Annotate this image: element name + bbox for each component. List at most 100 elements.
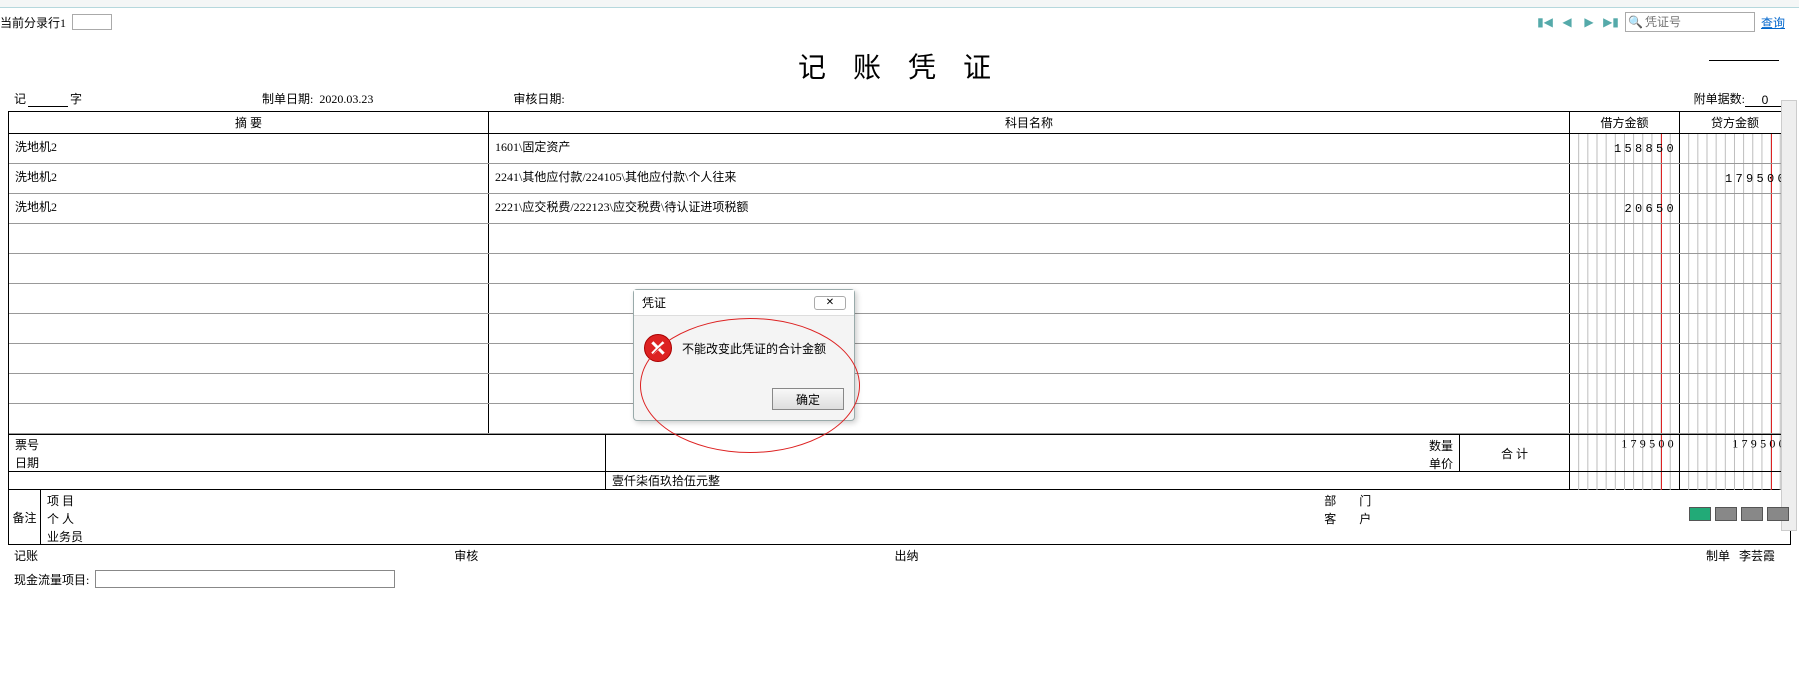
attachments: 附单据数: — [1694, 90, 1785, 107]
cell-debit[interactable] — [1570, 404, 1680, 433]
voucher-type: 记 字 — [14, 90, 82, 107]
total-credit-cell: 179500 — [1680, 435, 1790, 453]
table-row[interactable] — [9, 374, 1790, 404]
sign-maker-label: 制单 — [1706, 549, 1730, 563]
cell-summary[interactable]: 洗地机2 — [9, 164, 489, 193]
nav-prev-icon[interactable]: ◀ — [1559, 14, 1575, 30]
cell-credit[interactable] — [1680, 314, 1790, 343]
current-line-label: 当前分录行1 — [0, 14, 66, 31]
attachments-input[interactable] — [1745, 93, 1785, 107]
table-row[interactable] — [9, 224, 1790, 254]
cell-summary[interactable]: 洗地机2 — [9, 194, 489, 223]
cell-credit[interactable] — [1680, 404, 1790, 433]
cell-debit[interactable] — [1570, 224, 1680, 253]
cell-debit[interactable]: 158850 — [1570, 134, 1680, 163]
nav-first-icon[interactable]: ▮◀ — [1537, 14, 1553, 30]
cell-summary[interactable] — [9, 314, 489, 343]
col-account: 科目名称 — [489, 112, 1570, 133]
query-link[interactable]: 查询 — [1761, 14, 1785, 31]
col-credit: 贷方金额 — [1680, 112, 1790, 133]
cashflow-input[interactable] — [95, 570, 395, 588]
cell-debit[interactable] — [1570, 314, 1680, 343]
header-row: 当前分录行1 ▮◀ ◀ ▶ ▶▮ 🔍 查询 — [0, 8, 1799, 36]
prep-date: 制单日期: 2020.03.23 — [262, 90, 373, 107]
remark-project[interactable]: 项 目 — [41, 490, 916, 508]
sign-cashier: 出纳 — [895, 547, 1335, 564]
vertical-scrollbar[interactable] — [1781, 100, 1797, 531]
cell-summary[interactable] — [9, 374, 489, 403]
cell-credit[interactable] — [1680, 284, 1790, 313]
col-summary: 摘 要 — [9, 112, 489, 133]
table-row[interactable] — [9, 314, 1790, 344]
current-line-input[interactable] — [72, 14, 112, 30]
table-row[interactable]: 洗地机22221\应交税费/222123\应交税费\待认证进项税额20650 — [9, 194, 1790, 224]
error-icon — [644, 334, 672, 362]
table-row[interactable]: 洗地机21601\固定资产158850 — [9, 134, 1790, 164]
table-row[interactable] — [9, 284, 1790, 314]
table-row[interactable] — [9, 404, 1790, 434]
cell-summary[interactable] — [9, 404, 489, 433]
cell-summary[interactable] — [9, 224, 489, 253]
total-label: 合 计 — [1460, 435, 1570, 471]
status-icon-4[interactable] — [1767, 507, 1789, 521]
cell-credit[interactable] — [1680, 344, 1790, 373]
cell-account[interactable]: 2241\其他应付款/224105\其他应付款\个人往来 — [489, 164, 1570, 193]
search-box[interactable]: 🔍 — [1625, 12, 1755, 32]
amount-words: 壹仟柒佰玖拾伍元整 — [606, 472, 1570, 489]
cell-summary[interactable] — [9, 284, 489, 313]
dialog-message: 不能改变此凭证的合计金额 — [682, 340, 826, 357]
remark-customer[interactable]: 客 户 — [916, 508, 1791, 526]
voucher-number-line — [1709, 60, 1779, 61]
status-icon-3[interactable] — [1741, 507, 1763, 521]
remark-dept[interactable]: 部 门 — [916, 490, 1791, 508]
ticket-label: 票号 — [9, 435, 605, 453]
cell-summary[interactable] — [9, 254, 489, 283]
total-debit-cell: 179500 — [1570, 435, 1680, 453]
cashflow-row: 现金流量项目: — [8, 566, 1791, 592]
prep-date-value[interactable]: 2020.03.23 — [319, 92, 373, 107]
cell-debit[interactable] — [1570, 254, 1680, 283]
cell-debit[interactable] — [1570, 164, 1680, 193]
cell-summary[interactable]: 洗地机2 — [9, 134, 489, 163]
status-icon-2[interactable] — [1715, 507, 1737, 521]
cell-credit[interactable] — [1680, 134, 1790, 163]
dialog-ok-button[interactable]: 确定 — [772, 388, 844, 410]
nav-last-icon[interactable]: ▶▮ — [1603, 14, 1619, 30]
sign-audit: 审核 — [454, 547, 894, 564]
cell-account[interactable]: 2221\应交税费/222123\应交税费\待认证进项税额 — [489, 194, 1570, 223]
cell-credit[interactable] — [1680, 254, 1790, 283]
audit-date: 审核日期: — [513, 90, 564, 107]
cell-credit[interactable] — [1680, 194, 1790, 223]
status-icons — [1689, 507, 1789, 521]
remark-person[interactable]: 个 人 — [41, 508, 916, 526]
voucher-info-row: 记 字 制单日期: 2020.03.23 审核日期: 附单据数: — [8, 90, 1791, 111]
cell-credit[interactable] — [1680, 224, 1790, 253]
date-label: 日期 — [9, 453, 605, 471]
cell-credit[interactable]: 179500 — [1680, 164, 1790, 193]
cell-debit[interactable] — [1570, 344, 1680, 373]
signature-row: 记账 审核 出纳 制单 李芸霞 — [8, 545, 1791, 566]
cell-credit[interactable] — [1680, 374, 1790, 403]
table-row[interactable] — [9, 254, 1790, 284]
remark-operator[interactable]: 业务员 — [41, 526, 916, 544]
error-dialog: 凭证 ✕ 不能改变此凭证的合计金额 确定 — [633, 289, 855, 421]
cell-debit[interactable] — [1570, 284, 1680, 313]
price-label: 单价 — [606, 453, 1459, 471]
cell-account[interactable] — [489, 254, 1570, 283]
col-debit: 借方金额 — [1570, 112, 1680, 133]
remarks-label: 备注 — [9, 490, 41, 544]
cashflow-label: 现金流量项目: — [14, 571, 89, 588]
voucher-grid: 摘 要 科目名称 借方金额 贷方金额 洗地机21601\固定资产158850洗地… — [8, 111, 1791, 490]
cell-summary[interactable] — [9, 344, 489, 373]
status-icon-1[interactable] — [1689, 507, 1711, 521]
nav-next-icon[interactable]: ▶ — [1581, 14, 1597, 30]
cell-account[interactable]: 1601\固定资产 — [489, 134, 1570, 163]
cell-debit[interactable]: 20650 — [1570, 194, 1680, 223]
search-input[interactable] — [1643, 14, 1743, 30]
cell-account[interactable] — [489, 224, 1570, 253]
table-row[interactable]: 洗地机22241\其他应付款/224105\其他应付款\个人往来 179500 — [9, 164, 1790, 194]
search-icon: 🔍 — [1628, 15, 1643, 30]
dialog-close-icon[interactable]: ✕ — [814, 296, 846, 310]
table-row[interactable] — [9, 344, 1790, 374]
cell-debit[interactable] — [1570, 374, 1680, 403]
